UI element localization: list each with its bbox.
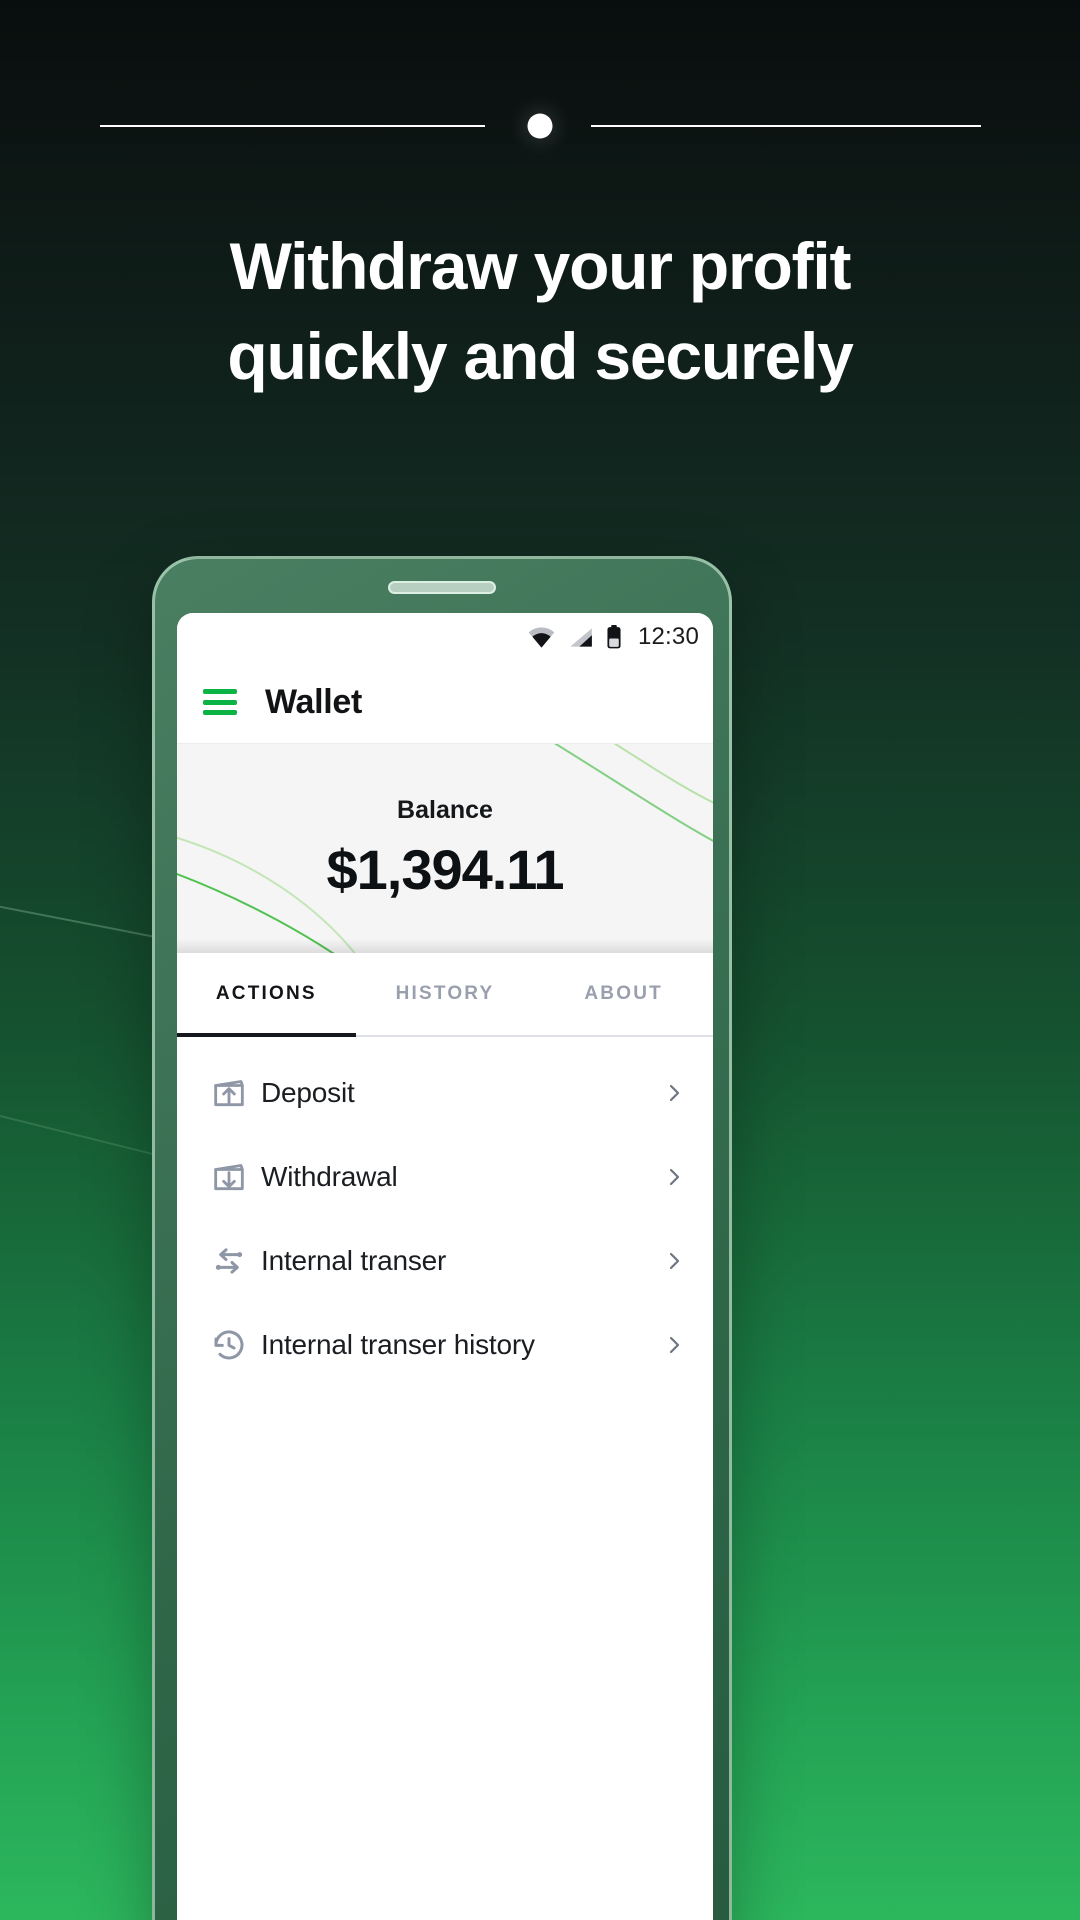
app-title: Wallet (265, 682, 363, 721)
withdrawal-down-arrow-icon (209, 1157, 261, 1197)
status-bar-clock: 12:30 (637, 623, 699, 650)
phone-screen: 12:30 Wallet Balance $1,394.11 ACTIONS H… (177, 613, 713, 1920)
history-clock-icon (209, 1325, 261, 1365)
headline-line-2: quickly and securely (227, 318, 854, 393)
cellular-signal-icon (568, 627, 593, 648)
tab-actions[interactable]: ACTIONS (177, 953, 356, 1037)
list-item-label: Internal transer history (261, 1329, 535, 1360)
page-title: Withdraw your profit quickly and securel… (0, 222, 1080, 402)
app-bar: Wallet (177, 661, 713, 743)
list-item-internal-transfer-history[interactable]: Internal transer history (177, 1303, 713, 1387)
balance-label: Balance (397, 795, 493, 824)
promo-background: Withdraw your profit quickly and securel… (0, 0, 1080, 1920)
list-item-label: Internal transer (261, 1245, 447, 1276)
notch-divider (0, 113, 1080, 139)
deposit-up-arrow-icon (209, 1073, 261, 1113)
tab-history[interactable]: HISTORY (356, 953, 535, 1035)
list-item-internal-transfer[interactable]: Internal transer (177, 1219, 713, 1303)
camera-dot-icon (527, 113, 553, 139)
transfer-arrows-icon (209, 1241, 261, 1281)
headline-line-1: Withdraw your profit (229, 229, 852, 303)
hamburger-menu-icon[interactable] (203, 689, 237, 715)
battery-icon (606, 625, 622, 649)
list-item-withdrawal[interactable]: Withdrawal (177, 1135, 713, 1219)
list-item-label: Withdrawal (261, 1161, 398, 1192)
list-item-deposit[interactable]: Deposit (177, 1051, 713, 1135)
status-bar: 12:30 (177, 613, 713, 661)
balance-card: Balance $1,394.11 (177, 743, 713, 953)
notch-line-right (590, 125, 981, 127)
list-item-label: Deposit (261, 1077, 355, 1108)
wifi-icon (528, 626, 555, 648)
tab-bar: ACTIONS HISTORY ABOUT (177, 953, 713, 1037)
actions-list: Deposit Withdrawal Internal transer Inte… (177, 1037, 713, 1920)
balance-amount: $1,394.11 (326, 837, 564, 901)
phone-earpiece-speaker (388, 581, 496, 594)
chevron-right-icon (661, 1165, 687, 1189)
chevron-right-icon (661, 1081, 687, 1105)
chevron-right-icon (661, 1249, 687, 1273)
chevron-right-icon (661, 1333, 687, 1357)
top-dark-fade (0, 0, 1080, 170)
card-bottom-shadow (177, 939, 713, 953)
phone-mockup: 12:30 Wallet Balance $1,394.11 ACTIONS H… (152, 556, 732, 1920)
tab-about[interactable]: ABOUT (534, 953, 713, 1035)
notch-line-left (99, 125, 485, 127)
